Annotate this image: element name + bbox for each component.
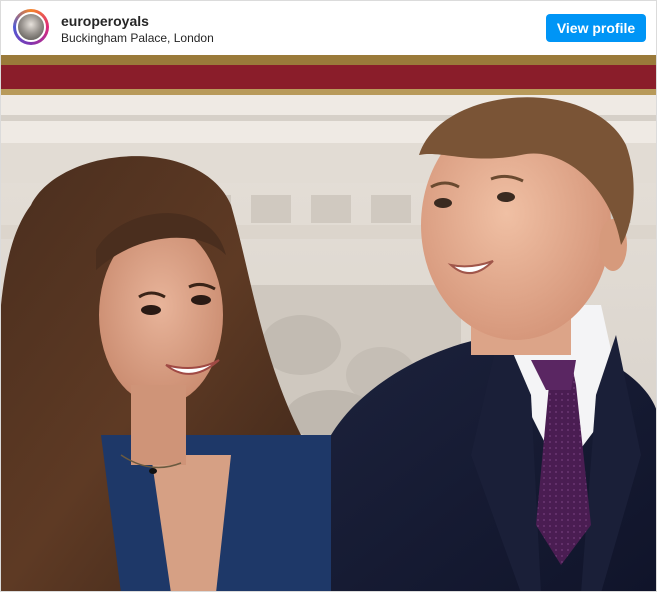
view-profile-button[interactable]: View profile xyxy=(546,14,646,42)
post-header: europeroyals Buckingham Palace, London V… xyxy=(1,1,656,55)
avatar-ring[interactable] xyxy=(13,9,49,45)
post-photo[interactable] xyxy=(1,55,657,592)
location-link[interactable]: Buckingham Palace, London xyxy=(61,31,214,46)
account-info: europeroyals Buckingham Palace, London xyxy=(61,13,214,46)
avatar[interactable] xyxy=(16,12,46,42)
username-link[interactable]: europeroyals xyxy=(61,13,214,29)
instagram-post-embed: europeroyals Buckingham Palace, London V… xyxy=(0,0,657,592)
